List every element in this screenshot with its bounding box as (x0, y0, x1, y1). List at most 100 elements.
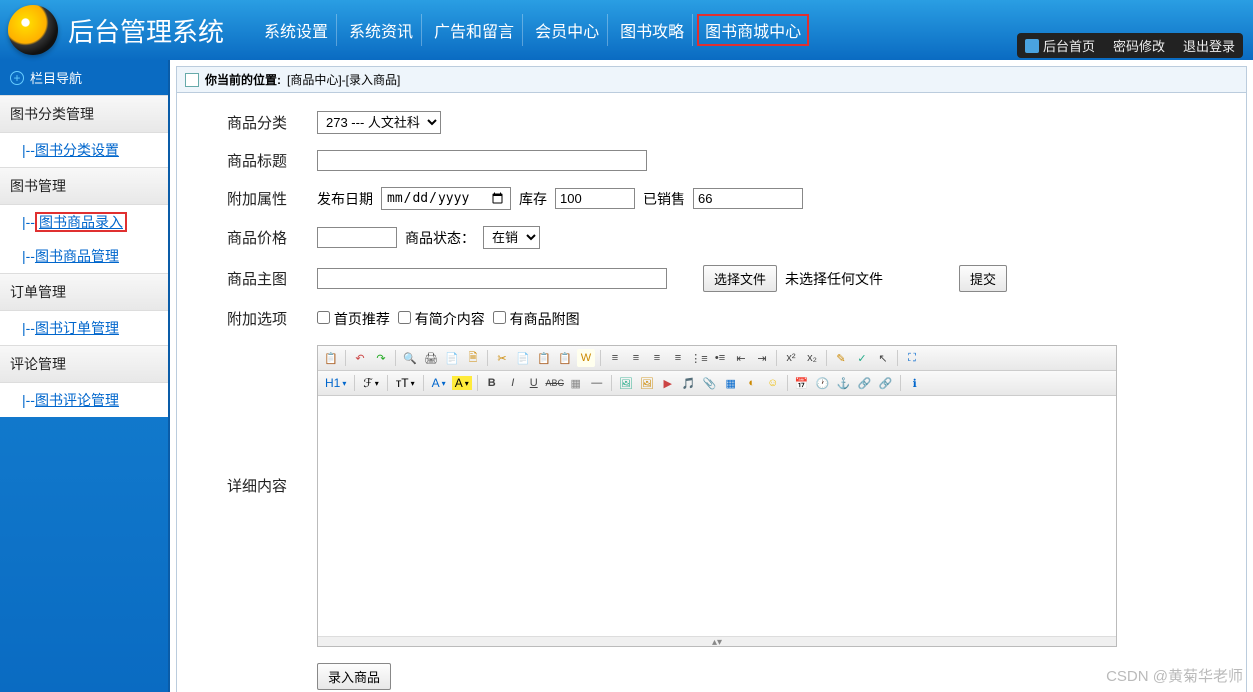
sidebar-item[interactable]: |--图书订单管理 (0, 311, 168, 345)
table-icon[interactable]: ▦ (567, 374, 585, 392)
logout-link[interactable]: 退出登录 (1183, 36, 1235, 55)
nav-5[interactable]: 图书商城中心 (697, 14, 809, 46)
editor-resize-handle[interactable]: ▴▾ (318, 636, 1116, 646)
underline-icon[interactable]: U (525, 374, 543, 392)
align-justify-icon[interactable]: ≡ (669, 349, 687, 367)
checkbox-homepage[interactable]: 首页推荐 (317, 309, 390, 329)
align-left-icon[interactable]: ≡ (606, 349, 624, 367)
time-icon[interactable]: 🕐 (814, 374, 832, 392)
home-link[interactable]: 后台首页 (1025, 36, 1095, 55)
password-link[interactable]: 密码修改 (1113, 36, 1165, 55)
product-form: 商品分类 273 --- 人文社科 商品标题 附加属性 发布日期 库存 已销售 (176, 93, 1247, 692)
submit-product-button[interactable]: 录入商品 (317, 663, 391, 690)
price-input[interactable] (317, 227, 397, 248)
redo-icon[interactable]: ↷ (372, 349, 390, 367)
stock-input[interactable] (555, 188, 635, 209)
copy-icon[interactable]: 📄 (514, 349, 532, 367)
mainimg-input[interactable] (317, 268, 667, 289)
align-center-icon[interactable]: ≡ (627, 349, 645, 367)
sidebar-category[interactable]: 图书管理 (0, 167, 168, 205)
print-icon[interactable]: 🖨 (422, 349, 440, 367)
flash-icon[interactable]: ▶ (659, 374, 677, 392)
breadcrumb-path: [商品中心]-[录入商品] (287, 71, 400, 88)
label-sold: 已销售 (643, 189, 685, 209)
subscript-icon[interactable]: x₂ (803, 349, 821, 367)
sold-input[interactable] (693, 188, 803, 209)
breadcrumb-prefix: 你当前的位置: (205, 71, 281, 88)
image-icon[interactable]: 🖼 (617, 374, 635, 392)
anchor-icon[interactable]: ⚓ (835, 374, 853, 392)
paste-icon[interactable]: 📋 (535, 349, 553, 367)
plus-icon: + (10, 71, 24, 85)
checkbox-intro[interactable]: 有简介内容 (398, 309, 485, 329)
bold-icon[interactable]: B (483, 374, 501, 392)
nav-3[interactable]: 会员中心 (527, 14, 608, 46)
nav-4[interactable]: 图书攻略 (612, 14, 693, 46)
paste-text-icon[interactable]: 📋 (556, 349, 574, 367)
sidebar-category[interactable]: 评论管理 (0, 345, 168, 383)
sidebar-item[interactable]: |--图书分类设置 (0, 133, 168, 167)
superscript-icon[interactable]: x² (782, 349, 800, 367)
multi-image-icon[interactable]: 🖼 (638, 374, 656, 392)
label-title: 商品标题 (197, 150, 317, 171)
list-ul-icon[interactable]: •≡ (711, 349, 729, 367)
heading-select[interactable]: H1 ▾ (322, 376, 349, 390)
media-icon[interactable]: 🎵 (680, 374, 698, 392)
doc-icon (185, 73, 199, 87)
font-size-select[interactable]: ᴛT ▾ (393, 376, 418, 390)
sidebar-item[interactable]: |--图书评论管理 (0, 383, 168, 417)
source-icon[interactable]: 📋 (322, 349, 340, 367)
editor-toolbar-row1: 📋↶↷🔍🖨📄🗎✂📄📋📋W≡≡≡≡⋮≡•≡⇤⇥x²x₂✎✓↖⛶ (318, 346, 1116, 371)
outdent-icon[interactable]: ⇤ (732, 349, 750, 367)
template-icon[interactable]: 📄 (443, 349, 461, 367)
list-ol-icon[interactable]: ⋮≡ (690, 349, 708, 367)
cursor-icon[interactable]: ↖ (874, 349, 892, 367)
undo-icon[interactable]: ↶ (351, 349, 369, 367)
title-input[interactable] (317, 150, 647, 171)
select-all-icon[interactable]: ✓ (853, 349, 871, 367)
hr-icon[interactable]: — (588, 374, 606, 392)
sidebar-category[interactable]: 图书分类管理 (0, 95, 168, 133)
indent-icon[interactable]: ⇥ (753, 349, 771, 367)
about-icon[interactable]: ℹ (906, 374, 924, 392)
table2-icon[interactable]: ▦ (722, 374, 740, 392)
editor-body[interactable] (318, 396, 1116, 636)
font-color-select[interactable]: A ▾ (429, 376, 449, 390)
sidebar-category[interactable]: 订单管理 (0, 273, 168, 311)
bg-color-select[interactable]: A ▾ (452, 376, 472, 390)
map-icon[interactable]: ◐ (743, 374, 761, 392)
attach-icon[interactable]: 📎 (701, 374, 719, 392)
italic-icon[interactable]: I (504, 374, 522, 392)
label-category: 商品分类 (197, 112, 317, 133)
app-title: 后台管理系统 (68, 12, 224, 49)
choose-file-button[interactable]: 选择文件 (703, 265, 777, 292)
category-select[interactable]: 273 --- 人文社科 (317, 111, 441, 134)
date-icon[interactable]: 📅 (793, 374, 811, 392)
emoji-icon[interactable]: ☺ (764, 374, 782, 392)
font-family-select[interactable]: ℱ ▾ (360, 376, 381, 390)
home-icon (1025, 39, 1039, 53)
label-stock: 库存 (519, 189, 547, 209)
page-icon[interactable]: 🗎 (464, 349, 482, 367)
pubdate-input[interactable] (381, 187, 511, 210)
cut-icon[interactable]: ✂ (493, 349, 511, 367)
nav-0[interactable]: 系统设置 (256, 14, 337, 46)
main-content: 你当前的位置: [商品中心]-[录入商品] 商品分类 273 --- 人文社科 … (170, 60, 1253, 692)
nav-2[interactable]: 广告和留言 (426, 14, 523, 46)
strike-icon[interactable]: ABC (546, 374, 564, 392)
paste-word-icon[interactable]: W (577, 349, 595, 367)
fullscreen-icon[interactable]: ⛶ (903, 349, 921, 367)
checkbox-images[interactable]: 有商品附图 (493, 309, 580, 329)
upload-button[interactable]: 提交 (959, 265, 1007, 292)
unlink-icon[interactable]: 🔗 (877, 374, 895, 392)
status-select[interactable]: 在销 (483, 226, 540, 249)
sidebar-item[interactable]: |--图书商品录入 (0, 205, 168, 239)
preview-icon[interactable]: 🔍 (401, 349, 419, 367)
clear-format-icon[interactable]: ✎ (832, 349, 850, 367)
nav-1[interactable]: 系统资讯 (341, 14, 422, 46)
utility-bar: 后台首页 密码修改 退出登录 (1017, 33, 1243, 58)
header: 后台管理系统 系统设置系统资讯广告和留言会员中心图书攻略图书商城中心 后台首页 … (0, 0, 1253, 60)
link-icon[interactable]: 🔗 (856, 374, 874, 392)
align-right-icon[interactable]: ≡ (648, 349, 666, 367)
sidebar-item[interactable]: |--图书商品管理 (0, 239, 168, 273)
